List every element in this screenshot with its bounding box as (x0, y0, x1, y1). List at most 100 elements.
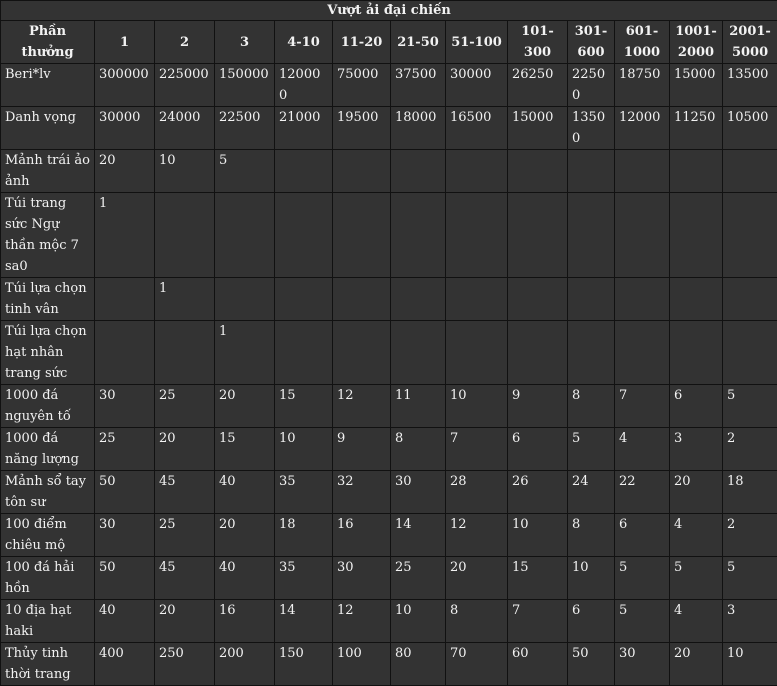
reward-value (215, 193, 275, 278)
reward-value: 30 (333, 557, 391, 600)
reward-value: 16 (333, 514, 391, 557)
reward-value: 5 (723, 385, 777, 428)
table-row: 1000 đá năng lượng2520151098765432 (1, 428, 777, 471)
reward-value (723, 150, 777, 193)
reward-value (615, 150, 670, 193)
reward-value: 80 (391, 643, 446, 686)
reward-value: 15 (508, 557, 568, 600)
table-row: Túi lựa chọn tinh vân1 (1, 278, 777, 321)
reward-value: 10 (723, 643, 777, 686)
header-rank: 21-50 (391, 21, 446, 64)
reward-value: 12 (333, 385, 391, 428)
reward-value: 6 (508, 428, 568, 471)
reward-value: 18000 (391, 107, 446, 150)
reward-value (155, 321, 215, 385)
reward-value: 13500 (723, 64, 777, 107)
reward-value: 400 (95, 643, 155, 686)
reward-value: 18 (275, 514, 333, 557)
reward-value: 40 (95, 600, 155, 643)
reward-value (391, 150, 446, 193)
reward-value: 24 (568, 471, 615, 514)
reward-value: 10 (275, 428, 333, 471)
reward-value: 15 (275, 385, 333, 428)
reward-value: 16 (215, 600, 275, 643)
reward-value: 10 (508, 514, 568, 557)
reward-value: 25 (95, 428, 155, 471)
reward-value: 2 (723, 514, 777, 557)
header-rank: 1 (95, 21, 155, 64)
reward-value: 10500 (723, 107, 777, 150)
reward-value (723, 321, 777, 385)
reward-value (568, 278, 615, 321)
reward-value: 10 (446, 385, 508, 428)
reward-value: 7 (508, 600, 568, 643)
table-row: Danh vọng3000024000225002100019500180001… (1, 107, 777, 150)
reward-value: 7 (615, 385, 670, 428)
reward-value (95, 278, 155, 321)
header-rank: 1001-2000 (670, 21, 723, 64)
rewards-table: Vượt ải đại chiến Phần thưởng1234-1011-2… (0, 0, 777, 686)
reward-value (391, 193, 446, 278)
reward-value: 20 (670, 643, 723, 686)
reward-value (568, 150, 615, 193)
reward-value (333, 278, 391, 321)
reward-value (333, 193, 391, 278)
header-row: Phần thưởng1234-1011-2021-5051-100101-30… (1, 21, 777, 64)
reward-value (95, 321, 155, 385)
header-rank: 2001-5000 (723, 21, 777, 64)
reward-value: 18 (723, 471, 777, 514)
header-rank: 3 (215, 21, 275, 64)
reward-value (446, 193, 508, 278)
reward-value: 9 (508, 385, 568, 428)
reward-name: Túi lựa chọn hạt nhân trang sức (1, 321, 95, 385)
reward-value: 21000 (275, 107, 333, 150)
reward-value: 45 (155, 471, 215, 514)
reward-value (446, 278, 508, 321)
reward-value: 1 (215, 321, 275, 385)
reward-value: 15000 (508, 107, 568, 150)
reward-value (615, 193, 670, 278)
reward-name: Mảnh sổ tay tôn sư (1, 471, 95, 514)
reward-value: 37500 (391, 64, 446, 107)
reward-value: 225000 (155, 64, 215, 107)
reward-value: 50 (95, 557, 155, 600)
reward-value: 50 (568, 643, 615, 686)
reward-value: 35 (275, 471, 333, 514)
reward-value: 3 (670, 428, 723, 471)
reward-value (670, 150, 723, 193)
reward-value: 14 (275, 600, 333, 643)
reward-value: 75000 (333, 64, 391, 107)
table-row: Mảnh sổ tay tôn sư5045403532302826242220… (1, 471, 777, 514)
reward-name: 100 đá hải hồn (1, 557, 95, 600)
reward-value: 250 (155, 643, 215, 686)
reward-value: 45 (155, 557, 215, 600)
reward-name: 1000 đá năng lượng (1, 428, 95, 471)
reward-value: 8 (568, 514, 615, 557)
reward-value: 5 (568, 428, 615, 471)
reward-value: 4 (670, 600, 723, 643)
reward-name: Beri*lv (1, 64, 95, 107)
reward-value: 10 (391, 600, 446, 643)
reward-name: Túi lựa chọn tinh vân (1, 278, 95, 321)
reward-value: 15000 (670, 64, 723, 107)
reward-value (670, 193, 723, 278)
reward-value (391, 278, 446, 321)
reward-value: 5 (670, 557, 723, 600)
reward-value: 5 (723, 557, 777, 600)
reward-value: 40 (215, 557, 275, 600)
table-row: Thủy tinh thời trang40025020015010080706… (1, 643, 777, 686)
header-rank: 601-1000 (615, 21, 670, 64)
reward-value (670, 278, 723, 321)
reward-value (508, 193, 568, 278)
reward-value: 100 (333, 643, 391, 686)
reward-value: 5 (615, 557, 670, 600)
reward-value: 8 (568, 385, 615, 428)
reward-value (508, 150, 568, 193)
reward-value: 20 (95, 150, 155, 193)
reward-value: 5 (615, 600, 670, 643)
reward-value (446, 321, 508, 385)
reward-name: Thủy tinh thời trang (1, 643, 95, 686)
reward-value: 6 (615, 514, 670, 557)
reward-value: 9 (333, 428, 391, 471)
reward-value: 4 (615, 428, 670, 471)
